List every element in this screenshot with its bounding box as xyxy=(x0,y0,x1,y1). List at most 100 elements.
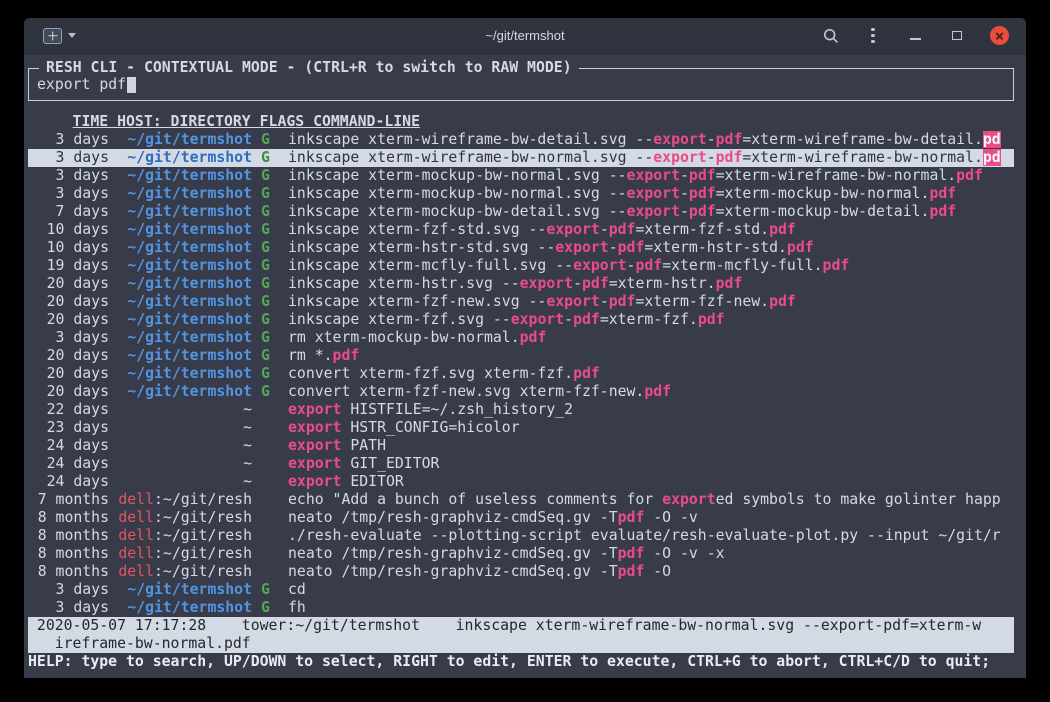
history-row[interactable]: 10 days~/git/termshotGinkscape xterm-fzf… xyxy=(28,221,1014,239)
titlebar[interactable]: ~/git/termshot xyxy=(24,18,1026,54)
history-row[interactable]: 3 days~/git/termshotGinkscape xterm-wire… xyxy=(28,149,1014,167)
history-row[interactable]: 3 days~/git/termshotGinkscape xterm-mock… xyxy=(28,167,1014,185)
search-query-input[interactable]: export pdf xyxy=(37,76,1005,94)
table-header-text: TIME HOST: DIRECTORY FLAGS COMMAND-LINE xyxy=(73,113,420,130)
history-row[interactable]: 20 days~/git/termshotGinkscape xterm-fzf… xyxy=(28,311,1014,329)
flags-cell xyxy=(261,401,279,419)
location-cell: ~/git/termshot xyxy=(118,257,252,275)
location-cell: dell:~/git/resh xyxy=(118,527,252,545)
history-row[interactable]: 20 days ~/git/termshot Gconvert xterm-fzf-… xyxy=(28,383,1014,401)
flags-cell: G xyxy=(261,221,279,239)
flags-cell xyxy=(261,563,279,581)
flags-cell xyxy=(261,509,279,527)
command-cell: inkscape xterm-hstr.svg --export-pdf=xte… xyxy=(288,275,1014,293)
history-row[interactable]: 3 days~/git/termshotGcd xyxy=(28,581,1014,599)
location-cell: ~/git/termshot xyxy=(118,599,252,617)
location-cell: ~ xyxy=(118,437,252,455)
history-row[interactable]: 3 days~/git/termshotGfh xyxy=(28,599,1014,617)
time-cell: 8 months xyxy=(28,509,109,527)
command-cell: convert xterm-fzf-new.svg xterm-fzf-new.… xyxy=(288,383,1014,401)
history-row[interactable]: 22 days~export HISTFILE=~/.zsh_history_2 xyxy=(28,401,1014,419)
location-cell: ~/git/termshot xyxy=(118,149,252,167)
command-cell: inkscape xterm-mockup-bw-detail.svg --ex… xyxy=(288,203,1014,221)
status-line-2: ireframe-bw-normal.pdf xyxy=(28,635,1014,653)
time-cell: 22 days xyxy=(28,401,109,419)
location-cell: ~/git/termshot xyxy=(118,383,252,401)
time-cell: 10 days xyxy=(28,239,109,257)
location-cell: dell:~/git/resh xyxy=(118,491,252,509)
history-row[interactable]: 24 days~export PATH xyxy=(28,437,1014,455)
history-row[interactable]: 24 days~export EDITOR xyxy=(28,473,1014,491)
time-cell: 20 days xyxy=(28,383,109,401)
table-header-lead xyxy=(28,113,73,130)
time-cell: 8 months xyxy=(28,545,109,563)
flags-cell xyxy=(261,419,279,437)
location-cell: ~/git/termshot xyxy=(118,311,252,329)
flags-cell: G xyxy=(261,275,279,293)
location-cell: ~/git/termshot xyxy=(118,329,252,347)
location-cell: ~/git/termshot xyxy=(118,221,252,239)
command-cell: inkscape xterm-fzf.svg --export-pdf=xter… xyxy=(288,311,1014,329)
command-cell: inkscape xterm-wireframe-bw-detail.svg -… xyxy=(288,131,1014,149)
time-cell: 3 days xyxy=(28,131,109,149)
search-button[interactable] xyxy=(816,21,846,51)
text-cursor xyxy=(127,77,136,93)
minimize-button[interactable] xyxy=(900,21,930,51)
history-row[interactable]: 20 days~/git/termshotGrm *.pdf xyxy=(28,347,1014,365)
terminal-plus-icon xyxy=(43,28,62,44)
time-cell: 20 days xyxy=(28,293,109,311)
history-row[interactable]: 8 monthsdell:~/git/reshneato /tmp/resh-g… xyxy=(28,509,1014,527)
history-row[interactable]: 10 days~/git/termshotGinkscape xterm-hst… xyxy=(28,239,1014,257)
time-cell: 20 days xyxy=(28,275,109,293)
location-cell: dell:~/git/resh xyxy=(118,563,252,581)
terminal-screen[interactable]: RESH CLI - CONTEXTUAL MODE - (CTRL+R to … xyxy=(24,54,1026,678)
terminal-window: ~/git/termshot xyxy=(24,18,1026,678)
history-row[interactable]: 7 months dell:~/git/resh echo "Add a bunch… xyxy=(28,491,1014,509)
history-row[interactable]: 3 days~/git/termshotGinkscape xterm-wire… xyxy=(28,131,1014,149)
command-cell: export HISTFILE=~/.zsh_history_2 xyxy=(288,401,1014,419)
command-cell: rm *.pdf xyxy=(288,347,1014,365)
flags-cell: G xyxy=(261,329,279,347)
flags-cell: G xyxy=(261,149,279,167)
close-button[interactable] xyxy=(984,21,1014,51)
command-cell: cd xyxy=(288,581,1014,599)
time-cell: 3 days xyxy=(28,167,109,185)
flags-cell: G xyxy=(261,347,279,365)
time-cell: 20 days xyxy=(28,365,109,383)
flags-cell xyxy=(261,545,279,563)
flags-cell: G xyxy=(261,167,279,185)
command-cell: inkscape xterm-wireframe-bw-normal.svg -… xyxy=(288,149,1014,167)
restore-button[interactable] xyxy=(942,21,972,51)
history-row[interactable]: 20 days~/git/termshotGconvert xterm-fzf.… xyxy=(28,365,1014,383)
history-row[interactable]: 7 days~/git/termshotGinkscape xterm-mock… xyxy=(28,203,1014,221)
history-list: 3 days ~/git/termshot Ginkscape xterm-wire… xyxy=(28,131,1014,617)
flags-cell: G xyxy=(261,383,279,401)
new-tab-button[interactable] xyxy=(38,25,81,47)
command-cell: inkscape xterm-mockup-bw-normal.svg --ex… xyxy=(288,167,1014,185)
time-cell: 3 days xyxy=(28,599,109,617)
flags-cell: G xyxy=(261,599,279,617)
location-cell: ~ xyxy=(118,455,252,473)
time-cell: 24 days xyxy=(28,437,109,455)
magnifier-icon xyxy=(823,28,839,44)
command-cell: inkscape xterm-fzf-new.svg --export-pdf=… xyxy=(288,293,1014,311)
history-row[interactable]: 8 monthsdell:~/git/resh./resh-evaluate -… xyxy=(28,527,1014,545)
history-row[interactable]: 23 days~export HSTR_CONFIG=hicolor xyxy=(28,419,1014,437)
history-row[interactable]: 24 days~export GIT_EDITOR xyxy=(28,455,1014,473)
flags-cell xyxy=(261,527,279,545)
history-row[interactable]: 3 days~/git/termshotGrm xterm-mockup-bw-… xyxy=(28,329,1014,347)
history-row[interactable]: 8 monthsdell:~/git/reshneato /tmp/resh-g… xyxy=(28,563,1014,581)
history-row[interactable]: 20 days~/git/termshotGinkscape xterm-fzf… xyxy=(28,293,1014,311)
location-cell: ~/git/termshot xyxy=(118,239,252,257)
history-row[interactable]: 8 monthsdell:~/git/reshneato /tmp/resh-g… xyxy=(28,545,1014,563)
time-cell: 8 months xyxy=(28,527,109,545)
command-cell: inkscape xterm-hstr-std.svg --export-pdf… xyxy=(288,239,1014,257)
history-row[interactable]: 20 days~/git/termshotGinkscape xterm-hst… xyxy=(28,275,1014,293)
flags-cell: G xyxy=(261,293,279,311)
menu-button[interactable] xyxy=(858,21,888,51)
time-cell: 7 months xyxy=(28,491,109,509)
command-cell: echo "Add a bunch of useless comments fo… xyxy=(288,491,1014,509)
history-row[interactable]: 3 days~/git/termshotGinkscape xterm-mock… xyxy=(28,185,1014,203)
location-cell: ~ xyxy=(118,419,252,437)
history-row[interactable]: 19 days~/git/termshotGinkscape xterm-mcf… xyxy=(28,257,1014,275)
